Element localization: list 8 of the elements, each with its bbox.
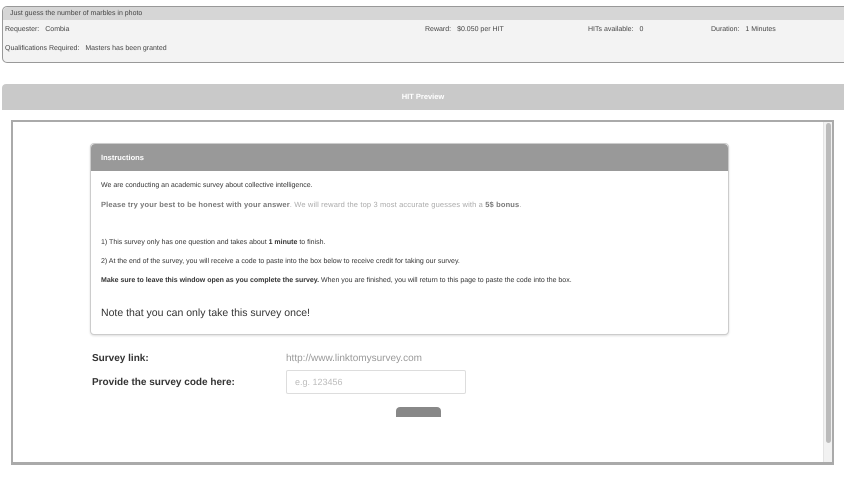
scrollbar[interactable] — [823, 122, 832, 462]
survey-code-input[interactable]: e.g. 123456 — [286, 370, 466, 394]
scrollbar-thumb[interactable] — [826, 123, 830, 443]
submit-button[interactable] — [396, 407, 441, 417]
survey-link[interactable]: http://www.linktomysurvey.com — [286, 353, 466, 364]
field-label: Survey link: — [92, 353, 150, 364]
note-text: Note that you can only take this survey once! — [101, 308, 311, 318]
field-label: Provide the survey code here: — [92, 376, 236, 388]
